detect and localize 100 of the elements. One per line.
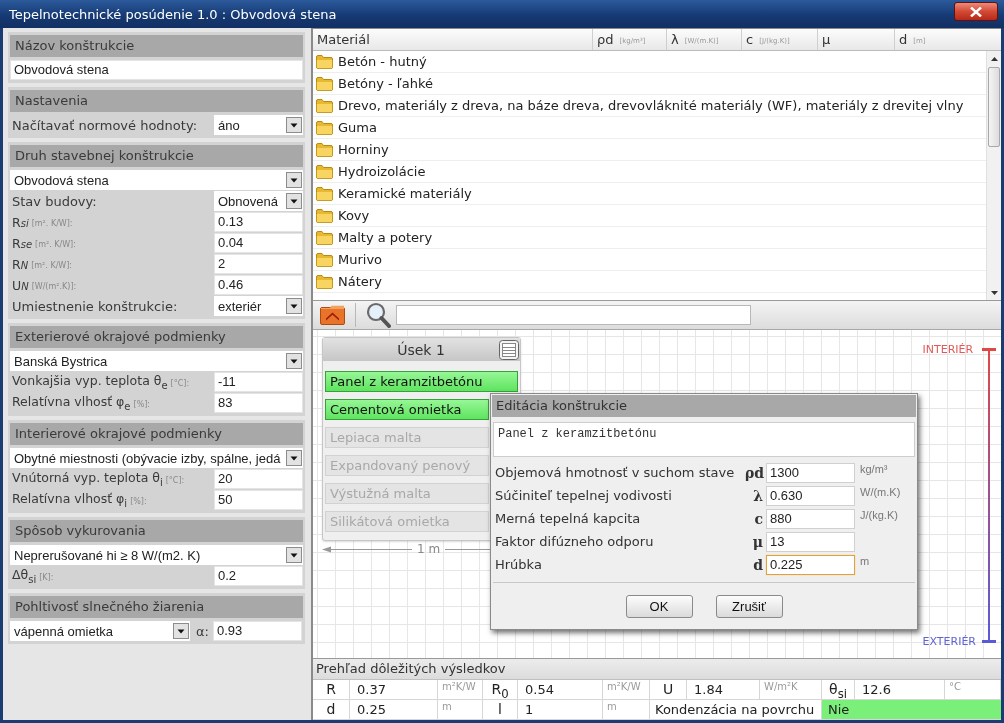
material-row[interactable]: Kovy — [313, 205, 986, 227]
folder-icon — [316, 142, 333, 157]
folder-up-icon[interactable] — [320, 305, 345, 325]
column-title: ρd — [597, 32, 614, 47]
dropdown[interactable]: exteriér — [214, 296, 303, 316]
unit-label: kg/m³ — [859, 463, 889, 475]
folder-icon — [316, 230, 333, 245]
field-label: Relatívna vlhosť φ$_{e}$ — [11, 394, 131, 412]
field-label: α: — [196, 623, 209, 639]
unit-label: [K]: — [39, 571, 54, 582]
folder-icon — [316, 76, 333, 91]
dropdown[interactable]: áno — [214, 115, 303, 135]
scroll-up-icon — [990, 57, 998, 61]
value-field[interactable]: 1300 — [766, 463, 855, 483]
quantity-symbol: d — [752, 556, 764, 575]
dimension-label: 1 m — [416, 542, 442, 556]
scrollbar[interactable] — [986, 51, 1001, 300]
value-field[interactable]: 20 — [214, 469, 303, 489]
unit-label: [m². K/W]: — [31, 259, 73, 270]
field-label: Faktor difúzneho odporu — [495, 533, 655, 551]
folder-icon — [316, 208, 333, 223]
dropdown[interactable]: vápenná omietka — [10, 621, 190, 641]
field-label: Vnútorná vyp. teplota θ$_{i}$ — [11, 470, 163, 488]
text-field[interactable]: Obvodová stena — [10, 60, 303, 80]
field-label: Hrúbka — [495, 556, 543, 574]
value-field[interactable]: -11 — [214, 372, 303, 392]
result-value: 0.54 — [518, 680, 603, 700]
unit-label: [m². K/W]: — [31, 217, 73, 228]
column-title: c — [746, 32, 754, 47]
field-label: Umiestnenie konštrukcie: — [11, 298, 179, 314]
dialog-button[interactable]: OK — [625, 595, 693, 618]
field-label: Načítavať normové hodnoty: — [11, 117, 198, 133]
dropdown[interactable]: Obvodová stena — [10, 170, 303, 190]
value-field[interactable]: 0.2 — [214, 566, 303, 586]
column-title: λ — [671, 32, 679, 47]
quantity-symbol: λ — [752, 487, 764, 506]
dropdown[interactable]: Obytné miestnosti (obývacie izby, spálne, jedá — [10, 448, 303, 468]
list-icon[interactable] — [499, 339, 519, 360]
result-value: 0.37 — [350, 680, 438, 700]
material-row[interactable]: Hydroizolácie — [313, 161, 986, 183]
value-field[interactable]: 50 — [214, 490, 303, 510]
field-label: Objemová hmotnosť v suchom stave — [495, 464, 736, 482]
section-header: Pohltivosť slnečného žiarenia — [10, 596, 303, 618]
quantity-symbol: c — [753, 510, 764, 529]
result-unit: m²K/W — [438, 680, 483, 700]
material-row[interactable]: Betóny - ľahké — [313, 73, 986, 95]
field-label: Relatívna vlhosť φ$_{i}$ — [11, 491, 128, 509]
dropdown[interactable]: Neprerušované hi ≥ 8 W/(m2. K) — [10, 545, 303, 565]
segment-title: Úsek 1 — [396, 341, 446, 358]
value-field[interactable]: 2 — [214, 254, 303, 274]
result-unit: m²K/W — [603, 680, 650, 700]
layer-item[interactable]: Panel z keramzitbetónu — [325, 371, 518, 392]
value-field[interactable]: 0.93 — [212, 621, 302, 641]
value-field[interactable]: 83 — [214, 393, 303, 413]
unit-label: [W/(m².K)]: — [31, 280, 77, 291]
column-title: μ — [822, 32, 831, 47]
section-header: Interierové okrajové podmienky — [10, 423, 303, 445]
unit-label: m — [859, 555, 871, 567]
folder-icon — [316, 274, 333, 289]
search-icon[interactable] — [366, 302, 391, 328]
results-header: Prehľad dôležitých výsledkov — [313, 659, 1001, 680]
search-field[interactable] — [396, 305, 751, 325]
result-unit: W/m²K — [760, 680, 822, 700]
field-label: Súčiniteľ tepelnej vodivosti — [495, 487, 673, 505]
result-unit: m — [438, 700, 483, 720]
folder-icon — [316, 164, 333, 179]
close-button[interactable] — [954, 2, 998, 21]
value-field[interactable]: 0.630 — [766, 486, 855, 506]
unit-label: [%]: — [130, 495, 147, 506]
dropdown[interactable]: Obnovená — [214, 191, 303, 211]
material-row[interactable]: Drevo, materiály z dreva, na báze dreva, drevovláknité materiály (WF), materiály z drevitej vlny — [313, 95, 986, 117]
material-row[interactable]: Keramické materiály — [313, 183, 986, 205]
value-field[interactable]: 0.13 — [214, 212, 303, 232]
result-value: 0.25 — [350, 700, 438, 720]
value-field[interactable]: 880 — [766, 509, 855, 529]
value-field[interactable]: 0.46 — [214, 275, 303, 295]
column-title: d — [899, 32, 908, 47]
scroll-thumb[interactable] — [988, 67, 1000, 147]
unit-label: [m². K/W]: — [35, 238, 76, 249]
dropdown[interactable]: Banská Bystrica — [10, 351, 303, 371]
section-header: Spôsob vykurovania — [10, 520, 303, 542]
material-row[interactable]: Nátery — [313, 271, 986, 293]
field-label: Vonkajšia vyp. teplota θ$_{e}$ — [11, 373, 168, 391]
material-row[interactable]: Horniny — [313, 139, 986, 161]
exterior-label: EXTERIÉR — [922, 635, 976, 648]
section-header: Exterierové okrajové podmienky — [10, 326, 303, 348]
name-textarea[interactable]: Panel z keramzitbetónu — [493, 422, 915, 457]
dialog-button[interactable]: Zrušiť — [715, 595, 783, 618]
material-row[interactable]: Murivo — [313, 249, 986, 271]
unit-label: [°C]: — [170, 377, 190, 388]
value-field[interactable]: 13 — [766, 532, 855, 552]
material-row[interactable]: Betón - hutný — [313, 51, 986, 73]
result-value: 1 — [518, 700, 603, 720]
layer-item[interactable]: Cementová omietka — [325, 399, 489, 420]
value-field[interactable]: 0.04 — [214, 233, 303, 253]
unit-label: W/(m.K) — [859, 486, 902, 498]
field-label: Stav budovy: — [11, 193, 98, 209]
material-row[interactable]: Guma — [313, 117, 986, 139]
value-field[interactable]: 0.225 — [766, 555, 855, 575]
material-row[interactable]: Malty a potery — [313, 227, 986, 249]
